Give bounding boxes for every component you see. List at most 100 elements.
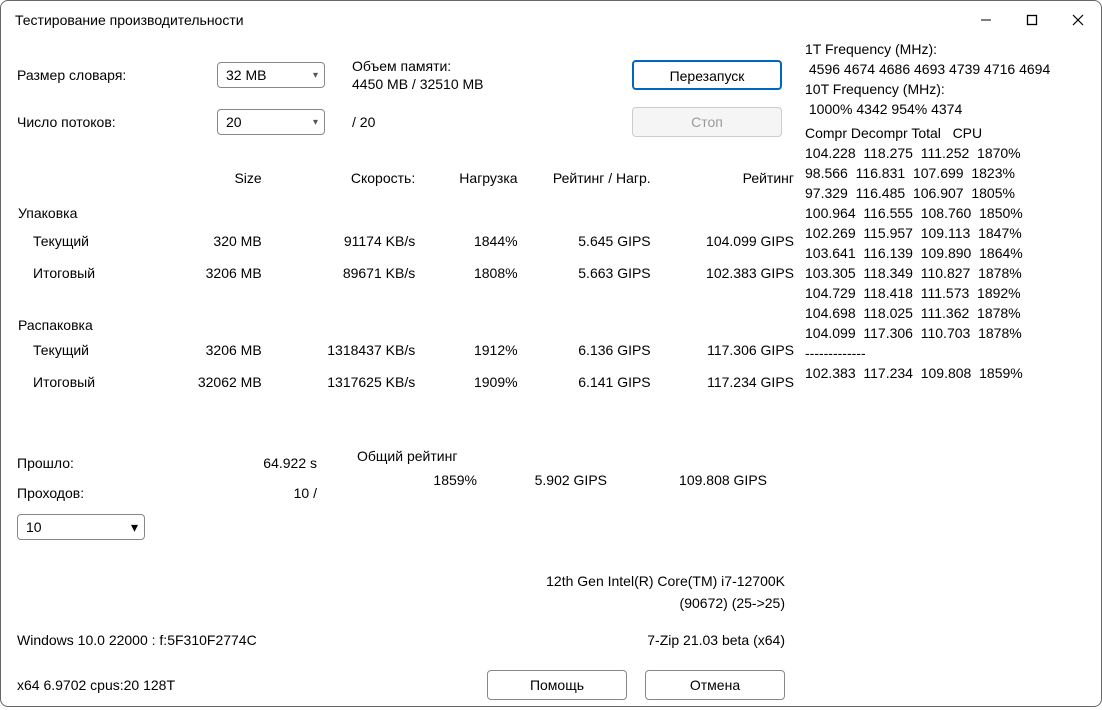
pack-total-rpl: 5.663 GIPS <box>519 257 652 289</box>
close-button[interactable] <box>1055 1 1101 39</box>
row-total-label: Итоговый <box>17 366 150 398</box>
unpack-total-load: 1909% <box>416 366 518 398</box>
table-row: Текущий 3206 MB 1318437 KB/s 1912% 6.136… <box>17 334 795 366</box>
overall-load: 1859% <box>357 472 477 488</box>
maximize-icon <box>1026 14 1038 26</box>
pack-current-rpl: 5.645 GIPS <box>519 225 652 257</box>
table-row: Итоговый 32062 MB 1317625 KB/s 1909% 6.1… <box>17 366 795 398</box>
log-row: 103.305 118.349 110.827 1878% <box>805 263 1085 283</box>
chevron-down-icon: ▾ <box>313 117 318 128</box>
memory-value: 4450 MB / 32510 MB <box>352 75 632 93</box>
chevron-down-icon: ▾ <box>131 519 138 536</box>
top-controls: Размер словаря: 32 MB ▾ Объем памяти: 44… <box>17 57 795 137</box>
unpack-total-speed: 1317625 KB/s <box>263 366 417 398</box>
pack-current-load: 1844% <box>416 225 518 257</box>
header-load: Нагрузка <box>416 163 518 193</box>
pack-total-size: 3206 MB <box>150 257 263 289</box>
freq-1t-label: 1T Frequency (MHz): <box>805 39 1085 59</box>
cpu-line-1: 12th Gen Intel(R) Core(TM) i7-12700K <box>17 570 785 592</box>
maximize-button[interactable] <box>1009 1 1055 39</box>
log-panel: 1T Frequency (MHz): 4596 4674 4686 4693 … <box>795 39 1085 700</box>
log-row: 104.228 118.275 111.252 1870% <box>805 143 1085 163</box>
pack-total-rating: 102.383 GIPS <box>652 257 795 289</box>
log-row: 104.099 117.306 110.703 1878% <box>805 323 1085 343</box>
pack-current-size: 320 MB <box>150 225 263 257</box>
titlebar: Тестирование производительности <box>1 1 1101 39</box>
passes-combo-value: 10 <box>26 519 42 535</box>
overall-rating: 109.808 GIPS <box>607 472 767 488</box>
os-line: Windows 10.0 22000 : f:5F310F2774C <box>17 632 647 648</box>
freq-10t-label: 10T Frequency (MHz): <box>805 79 1085 99</box>
log-row: 104.698 118.025 111.362 1878% <box>805 303 1085 323</box>
arch-line: x64 6.9702 cpus:20 128T <box>17 677 487 693</box>
log-row: 103.641 116.139 109.890 1864% <box>805 243 1085 263</box>
freq-1t-values: 4596 4674 4686 4693 4739 4716 4694 <box>805 59 1085 79</box>
benchmark-table: Size Скорость: Нагрузка Рейтинг / Нагр. … <box>17 163 795 398</box>
close-icon <box>1072 14 1084 26</box>
left-panel: Размер словаря: 32 MB ▾ Объем памяти: 44… <box>17 39 795 700</box>
unpack-current-speed: 1318437 KB/s <box>263 334 417 366</box>
overall-label: Общий рейтинг <box>357 448 795 464</box>
cpu-line-2: (90672) (25->25) <box>17 592 785 614</box>
log-columns: Compr Decompr Total CPU <box>805 123 1085 143</box>
help-button[interactable]: Помощь <box>487 670 627 700</box>
unpack-current-load: 1912% <box>416 334 518 366</box>
log-row: 97.329 116.485 106.907 1805% <box>805 183 1085 203</box>
header-rating: Рейтинг <box>652 163 795 193</box>
group-unpack: Распаковка <box>17 289 795 334</box>
threads-label: Число потоков: <box>17 114 217 130</box>
dict-size-combo[interactable]: 32 MB ▾ <box>217 62 325 88</box>
log-final: 102.383 117.234 109.808 1859% <box>805 363 1085 383</box>
pack-current-rating: 104.099 GIPS <box>652 225 795 257</box>
header-rating-per-load: Рейтинг / Нагр. <box>519 163 652 193</box>
dict-size-label: Размер словаря: <box>17 67 217 83</box>
log-row: 98.566 116.831 107.699 1823% <box>805 163 1085 183</box>
unpack-total-rating: 117.234 GIPS <box>652 366 795 398</box>
overall-rpl: 5.902 GIPS <box>477 472 607 488</box>
pack-total-speed: 89671 KB/s <box>263 257 417 289</box>
threads-combo[interactable]: 20 ▾ <box>217 109 325 135</box>
cpu-info: 12th Gen Intel(R) Core(TM) i7-12700K (90… <box>17 570 795 614</box>
bottom-row: x64 6.9702 cpus:20 128T Помощь Отмена <box>17 670 795 700</box>
restart-button[interactable]: Перезапуск <box>632 60 782 90</box>
unpack-current-rpl: 6.136 GIPS <box>519 334 652 366</box>
group-pack: Упаковка <box>17 193 795 225</box>
row-current-label: Текущий <box>17 334 150 366</box>
unpack-current-size: 3206 MB <box>150 334 263 366</box>
passes-value: 10 / <box>217 485 357 501</box>
header-speed: Скорость: <box>263 163 417 193</box>
lower-area: Прошло: 64.922 s Проходов: 10 / 10 ▾ Общ… <box>17 448 795 540</box>
elapsed-value: 64.922 s <box>217 455 357 471</box>
table-row: Текущий 320 MB 91174 KB/s 1844% 5.645 GI… <box>17 225 795 257</box>
cancel-button[interactable]: Отмена <box>645 670 785 700</box>
unpack-total-rpl: 6.141 GIPS <box>519 366 652 398</box>
elapsed-area: Прошло: 64.922 s Проходов: 10 / 10 ▾ <box>17 448 357 540</box>
unpack-total-size: 32062 MB <box>150 366 263 398</box>
minimize-icon <box>980 14 992 26</box>
overall-rating: Общий рейтинг 1859% 5.902 GIPS 109.808 G… <box>357 448 795 540</box>
zip-line: 7-Zip 21.03 beta (x64) <box>647 632 795 648</box>
dict-size-value: 32 MB <box>226 67 266 83</box>
elapsed-label: Прошло: <box>17 455 217 471</box>
memory-info: Объем памяти: 4450 MB / 32510 MB <box>352 57 632 93</box>
log-row: 102.269 115.957 109.113 1847% <box>805 223 1085 243</box>
table-row: Итоговый 3206 MB 89671 KB/s 1808% 5.663 … <box>17 257 795 289</box>
header-size: Size <box>150 163 263 193</box>
window-title: Тестирование производительности <box>15 12 963 28</box>
row-current-label: Текущий <box>17 225 150 257</box>
threads-total: / 20 <box>352 114 632 130</box>
chevron-down-icon: ▾ <box>313 70 318 81</box>
log-separator: ------------- <box>805 343 1085 363</box>
memory-label: Объем памяти: <box>352 57 632 75</box>
row-total-label: Итоговый <box>17 257 150 289</box>
minimize-button[interactable] <box>963 1 1009 39</box>
unpack-current-rating: 117.306 GIPS <box>652 334 795 366</box>
pack-total-load: 1808% <box>416 257 518 289</box>
passes-label: Проходов: <box>17 485 217 501</box>
threads-value: 20 <box>226 114 242 130</box>
log-row: 100.964 116.555 108.760 1850% <box>805 203 1085 223</box>
stop-button[interactable]: Стоп <box>632 107 782 137</box>
content-area: Размер словаря: 32 MB ▾ Объем памяти: 44… <box>1 39 1101 710</box>
passes-combo[interactable]: 10 ▾ <box>17 514 145 540</box>
freq-10t-values: 1000% 4342 954% 4374 <box>805 99 1085 119</box>
